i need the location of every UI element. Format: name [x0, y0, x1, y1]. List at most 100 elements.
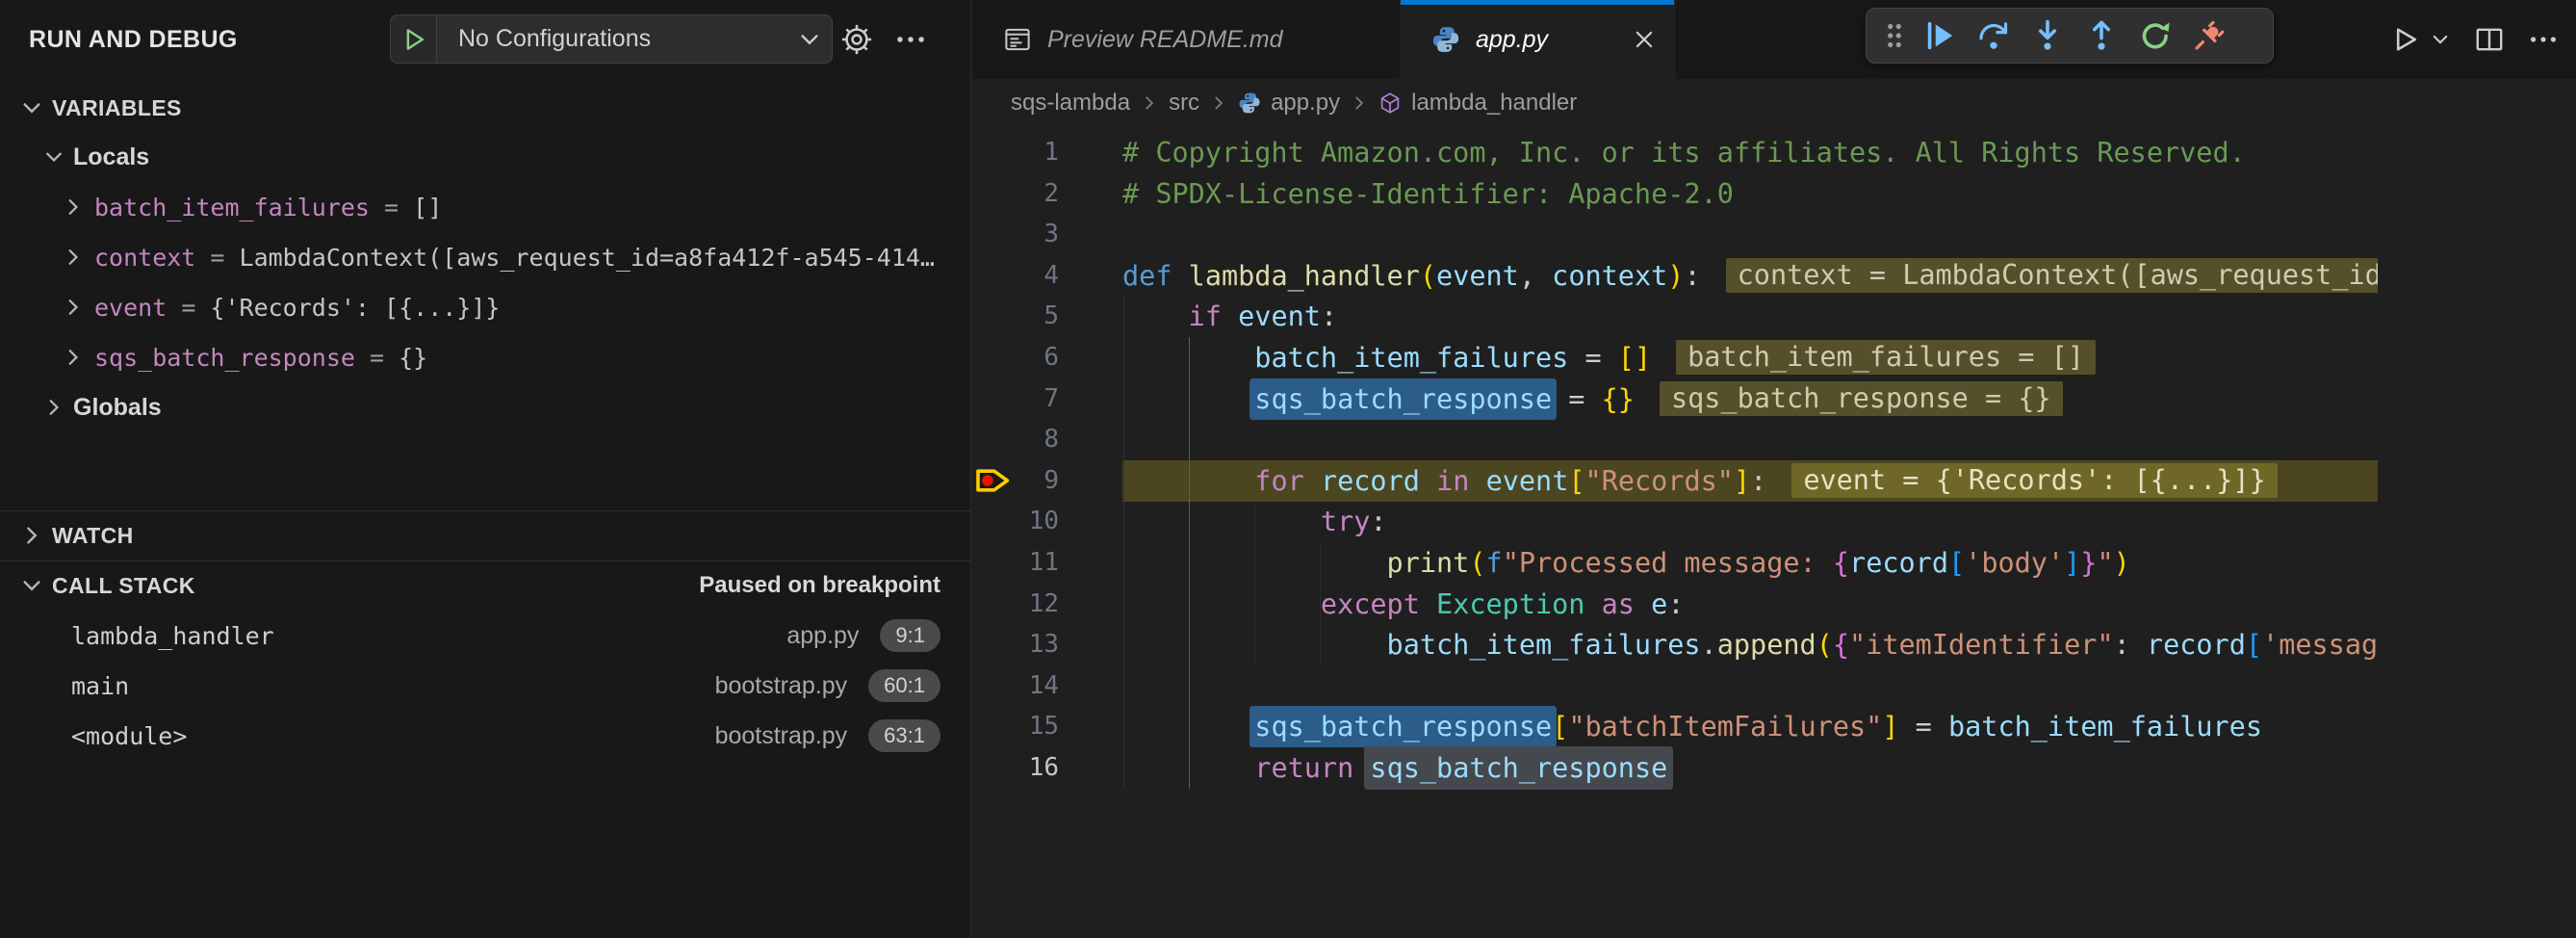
code-line-9[interactable]: 9 for record in event["Records"]:event =… — [972, 460, 2378, 502]
variable-row[interactable]: sqs_batch_response = {} — [0, 332, 970, 382]
frame-position-badge: 63:1 — [868, 719, 940, 752]
line-number: 3 — [992, 214, 1059, 255]
variable-row[interactable]: batch_item_failures = [] — [0, 182, 970, 232]
breadcrumb-item[interactable]: app.py — [1238, 90, 1340, 117]
code-text[interactable]: batch_item_failures.append({"itemIdentif… — [1122, 624, 2378, 665]
code-token — [1122, 300, 1189, 332]
code-token: , — [1519, 260, 1552, 292]
code-token: batch_item_failures — [1387, 629, 1701, 661]
code-token: : — [1667, 588, 1684, 620]
editor-actions — [2382, 0, 2566, 79]
run-python-file-button[interactable] — [2382, 13, 2459, 66]
code-line-7[interactable]: 7 sqs_batch_response = {}sqs_batch_respo… — [972, 378, 2378, 420]
code-token: {} — [1602, 383, 1635, 415]
close-icon[interactable] — [1632, 27, 1657, 52]
line-number: 2 — [992, 173, 1059, 215]
code-line-5[interactable]: 5 if event: — [972, 296, 2378, 337]
code-line-11[interactable]: 11 print(f"Processed message: {record['b… — [972, 542, 2378, 584]
more-actions-icon — [2528, 24, 2559, 55]
code-token: ( — [1420, 260, 1436, 292]
continue-button[interactable] — [1913, 13, 1967, 58]
more-actions-button[interactable] — [2520, 13, 2566, 66]
launch-config-dropdown[interactable]: No Configurations — [390, 14, 833, 64]
code-text[interactable]: sqs_batch_response["batchItemFailures"] … — [1122, 706, 2262, 747]
code-line-10[interactable]: 10 try: — [972, 501, 2378, 542]
gripper-icon[interactable] — [1882, 17, 1907, 54]
more-actions-icon[interactable] — [894, 23, 927, 56]
breadcrumb-label: sqs-lambda — [1011, 90, 1130, 117]
code-text[interactable]: except Exception as e: — [1122, 584, 1684, 625]
variables-scope-locals[interactable]: Locals — [0, 133, 970, 181]
code-token: "batchItemFailures" — [1568, 711, 1882, 743]
line-number: 16 — [992, 747, 1059, 789]
tab-label: Preview README.md — [1047, 26, 1283, 54]
code-token: [ — [1568, 465, 1584, 497]
frame-position-badge: 9:1 — [880, 619, 940, 652]
code-line-8[interactable]: 8 — [972, 419, 2378, 460]
line-number: 8 — [992, 419, 1059, 460]
call-stack-frame[interactable]: lambda_handlerapp.py9:1 — [0, 611, 970, 661]
step-into-button[interactable] — [2021, 13, 2074, 58]
line-number: 6 — [992, 337, 1059, 378]
code-text[interactable]: batch_item_failures = []batch_item_failu… — [1122, 337, 2096, 378]
code-line-3[interactable]: 3 — [972, 214, 2378, 255]
step-over-button[interactable] — [1967, 13, 2021, 58]
code-token: batch_item_failures — [1948, 711, 2262, 743]
code-token — [1222, 300, 1238, 332]
code-line-15[interactable]: 15 sqs_batch_response["batchItemFailures… — [972, 706, 2378, 747]
code-text[interactable]: sqs_batch_response = {}sqs_batch_respons… — [1122, 378, 2063, 420]
code-text[interactable]: print(f"Processed message: {record['body… — [1122, 542, 2130, 584]
code-line-6[interactable]: 6 batch_item_failures = []batch_item_fai… — [972, 337, 2378, 378]
restart-button[interactable] — [2128, 13, 2182, 58]
breadcrumb-item[interactable]: sqs-lambda — [1011, 90, 1130, 117]
section-header-call-stack[interactable]: CALL STACKPaused on breakpoint — [0, 561, 970, 610]
code-text[interactable]: # SPDX-License-Identifier: Apache-2.0 — [1122, 173, 1734, 215]
line-number: 5 — [992, 296, 1059, 337]
variable-row[interactable]: context = LambdaContext([aws_request_id=… — [0, 232, 970, 282]
call-stack-frame[interactable]: <module>bootstrap.py63:1 — [0, 711, 970, 761]
section-header-watch[interactable]: WATCH — [0, 511, 970, 560]
tab-app-py[interactable]: app.py — [1401, 0, 1675, 79]
breadcrumb-item[interactable]: lambda_handler — [1378, 90, 1577, 117]
debug-inline-value: event = {'Records': [{...}]} — [1791, 463, 2277, 498]
code-line-1[interactable]: 1# Copyright Amazon.com, Inc. or its aff… — [972, 132, 2378, 173]
code-line-2[interactable]: 2 # SPDX-License-Identifier: Apache-2.0 — [972, 173, 2378, 215]
code-text[interactable]: def lambda_handler(event, context):conte… — [1122, 255, 2378, 297]
code-token: ) — [1667, 260, 1684, 292]
code-text[interactable]: try: — [1122, 501, 1387, 542]
variable-equals: = — [167, 294, 210, 322]
line-number: 10 — [992, 501, 1059, 542]
code-editor[interactable]: 1# Copyright Amazon.com, Inc. or its aff… — [972, 127, 2378, 938]
debug-status-badge: Paused on breakpoint — [699, 572, 940, 599]
disconnect-button[interactable] — [2182, 13, 2236, 58]
breadcrumb-item[interactable]: src — [1169, 90, 1199, 117]
step-out-button[interactable] — [2074, 13, 2128, 58]
tab-label: app.py — [1476, 26, 1548, 54]
split-editor-button[interactable] — [2466, 13, 2512, 66]
code-line-4[interactable]: 4def lambda_handler(event, context):cont… — [972, 255, 2378, 297]
code-line-14[interactable]: 14 — [972, 665, 2378, 707]
variable-row[interactable]: event = {'Records': [{...}]} — [0, 282, 970, 332]
sidebar-header: RUN AND DEBUG No Configurations — [0, 0, 970, 79]
code-text[interactable]: if event: — [1122, 296, 1337, 337]
tab-preview-readme-md[interactable]: Preview README.md — [972, 0, 1401, 79]
run-and-debug-sidebar: RUN AND DEBUG No Configurations VARIABLE… — [0, 0, 971, 938]
code-token — [1304, 465, 1321, 497]
code-text[interactable]: return sqs_batch_response — [1122, 747, 1667, 789]
code-line-12[interactable]: 12 except Exception as e: — [972, 584, 2378, 625]
code-token: : — [1684, 260, 1700, 292]
variables-scope-globals[interactable]: Globals — [0, 382, 970, 432]
vscode-window: RUN AND DEBUG No Configurations VARIABLE… — [0, 0, 2576, 938]
code-line-13[interactable]: 13 batch_item_failures.append({"itemIden… — [972, 624, 2378, 665]
section-header-variables[interactable]: VARIABLES — [0, 85, 970, 131]
debug-step-over-icon — [1977, 19, 2010, 52]
gear-icon[interactable] — [840, 23, 873, 56]
frame-file: bootstrap.py — [715, 672, 848, 700]
code-text[interactable]: for record in event["Records"]:event = {… — [1122, 460, 2278, 502]
code-token: context — [1552, 260, 1667, 292]
code-text[interactable]: # Copyright Amazon.com, Inc. or its affi… — [1122, 132, 2246, 173]
code-line-16[interactable]: 16 return sqs_batch_response — [972, 747, 2378, 789]
call-stack-frame[interactable]: mainbootstrap.py60:1 — [0, 661, 970, 711]
run-green-icon[interactable] — [400, 26, 427, 53]
code-token: append — [1717, 629, 1816, 661]
